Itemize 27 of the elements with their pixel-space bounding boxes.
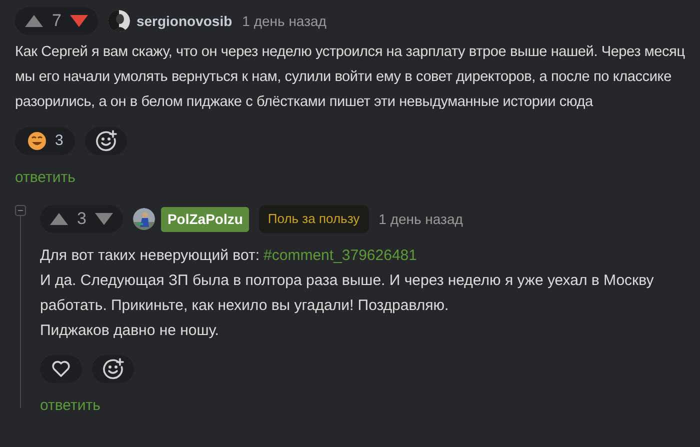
- vote-count: 7: [52, 10, 62, 32]
- downvote-icon[interactable]: [94, 211, 114, 227]
- timestamp: 1 день назад: [378, 210, 463, 229]
- add-emoji-icon: [95, 130, 118, 152]
- timestamp: 1 день назад: [242, 12, 326, 31]
- username-link[interactable]: PolZaPolzu: [161, 206, 249, 232]
- heart-icon: [51, 360, 71, 378]
- comment-text: И да. Следующая ЗП была в полтора раза выше. И через неделю я уже уехал в Москву работать. Прикиньте, как нехило вы угадали! Поздравляю.: [40, 271, 655, 316]
- comment-text: Пиджаков давно не ношу.: [40, 321, 220, 341]
- user-badge: Поль за пользу: [258, 205, 369, 233]
- reply-link[interactable]: ответить: [40, 395, 100, 418]
- like-button[interactable]: [40, 355, 82, 383]
- upvote-icon[interactable]: [49, 211, 69, 227]
- vote-count: 3: [77, 208, 86, 230]
- username-link[interactable]: sergionovosib: [136, 10, 232, 32]
- upvote-icon[interactable]: [24, 13, 44, 29]
- laughing-face-icon: [27, 131, 47, 151]
- downvote-icon[interactable]: [69, 13, 90, 29]
- add-emoji-icon: [102, 358, 124, 380]
- reaction-button[interactable]: 3: [15, 127, 76, 155]
- comment-text: Как Сергей я вам скажу, что он через неделю устроился на зарплату втрое выше нашей. Через месяц мы его начали умолять вернуться к нам, сулили войти ему в совет директоров, а после по классике разорились, а он в белом пиджаке с блёстками пишет эти невыдуманные истории сюда: [15, 43, 686, 112]
- reply-link[interactable]: ответить: [15, 167, 76, 190]
- add-reaction-button[interactable]: [85, 127, 128, 155]
- comment-link[interactable]: #comment_379626481: [264, 243, 417, 268]
- add-reaction-button[interactable]: [92, 355, 134, 383]
- collapse-icon[interactable]: [15, 205, 26, 216]
- comment-text: Для вот таких неверующий вот:: [40, 246, 260, 266]
